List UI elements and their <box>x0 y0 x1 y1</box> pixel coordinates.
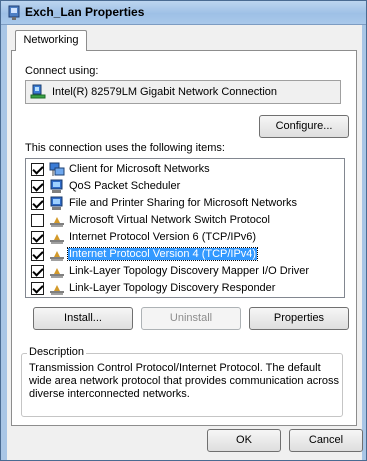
network-adapter-icon <box>30 84 46 99</box>
configure-button[interactable]: Configure... <box>259 115 349 138</box>
network-service-icon <box>50 196 63 210</box>
uninstall-button[interactable]: Uninstall <box>141 307 241 330</box>
item-checkbox[interactable] <box>31 282 44 295</box>
ok-button-label: OK <box>236 434 252 446</box>
network-client-icon <box>49 162 65 176</box>
item-checkbox[interactable] <box>31 265 44 278</box>
item-label: Client for Microsoft Networks <box>69 163 210 175</box>
cancel-button[interactable]: Cancel <box>289 429 363 452</box>
list-item-selected[interactable]: Internet Protocol Version 4 (TCP/IPv4) <box>26 246 344 263</box>
list-item[interactable]: Microsoft Virtual Network Switch Protoco… <box>26 212 344 229</box>
item-label: Microsoft Virtual Network Switch Protoco… <box>69 214 270 226</box>
properties-button[interactable]: Properties <box>249 307 349 330</box>
protocol-icon <box>50 285 64 295</box>
network-service-icon <box>50 179 63 193</box>
ok-button[interactable]: OK <box>207 429 281 452</box>
item-label: File and Printer Sharing for Microsoft N… <box>69 197 298 209</box>
protocol-icon <box>50 268 64 278</box>
item-checkbox[interactable] <box>31 197 44 210</box>
protocol-icon <box>50 251 64 261</box>
item-checkbox[interactable] <box>31 231 44 244</box>
install-button-label: Install... <box>64 312 102 324</box>
connect-using-label: Connect using: <box>25 65 99 77</box>
item-label: Internet Protocol Version 6 (TCP/IPv6) <box>69 231 257 243</box>
items-label: This connection uses the following items… <box>25 142 225 154</box>
item-checkbox[interactable] <box>31 163 44 176</box>
item-checkbox[interactable] <box>31 214 44 227</box>
uninstall-button-label: Uninstall <box>169 312 213 324</box>
components-list[interactable]: Client for Microsoft Networks QoS Packet… <box>25 158 345 298</box>
list-item[interactable]: Client for Microsoft Networks <box>26 161 344 178</box>
description-text: Transmission Control Protocol/Internet P… <box>29 362 339 400</box>
item-label: QoS Packet Scheduler <box>69 180 181 192</box>
configure-button-label: Configure... <box>275 120 333 132</box>
title-bar[interactable]: Exch_Lan Properties <box>1 1 366 25</box>
adapter-name: Intel(R) 82579LM Gigabit Network Connect… <box>52 86 278 98</box>
description-title: Description <box>27 346 87 358</box>
tab-networking-label: Networking <box>23 34 79 46</box>
item-label: Link-Layer Topology Discovery Responder <box>69 282 276 294</box>
tab-networking[interactable]: Networking <box>15 30 87 51</box>
protocol-icon <box>50 234 64 244</box>
dialog-client: Networking Connect using: Intel(R) 82579… <box>7 25 363 460</box>
network-adapter-icon <box>8 5 20 20</box>
list-item[interactable]: QoS Packet Scheduler <box>26 178 344 195</box>
list-item[interactable]: Link-Layer Topology Discovery Responder <box>26 280 344 297</box>
properties-dialog: Exch_Lan Properties Networking Connect u… <box>0 0 367 461</box>
install-button[interactable]: Install... <box>33 307 133 330</box>
item-label: Link-Layer Topology Discovery Mapper I/O… <box>69 265 310 277</box>
item-checkbox[interactable] <box>31 248 44 261</box>
list-item[interactable]: Link-Layer Topology Discovery Mapper I/O… <box>26 263 344 280</box>
adapter-field: Intel(R) 82579LM Gigabit Network Connect… <box>25 80 341 104</box>
item-label: Internet Protocol Version 4 (TCP/IPv4) <box>66 247 259 261</box>
cancel-button-label: Cancel <box>308 434 344 446</box>
item-checkbox[interactable] <box>31 180 44 193</box>
protocol-icon <box>50 217 64 227</box>
properties-button-label: Properties <box>273 312 325 324</box>
list-item[interactable]: Internet Protocol Version 6 (TCP/IPv6) <box>26 229 344 246</box>
window-title: Exch_Lan Properties <box>25 5 145 19</box>
list-item[interactable]: File and Printer Sharing for Microsoft N… <box>26 195 344 212</box>
